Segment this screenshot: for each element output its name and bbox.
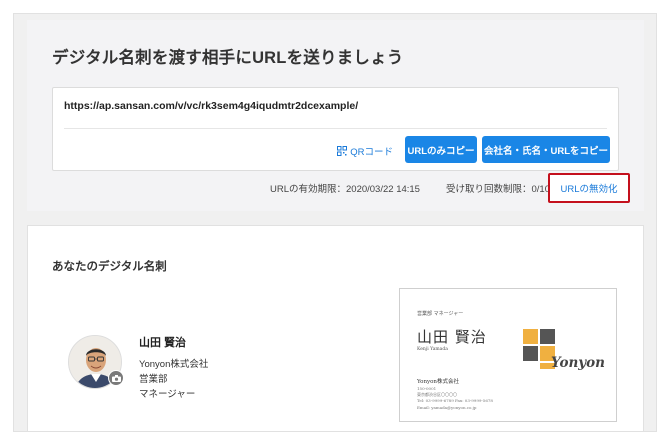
divider xyxy=(64,128,607,129)
bizcard-zip: 150-0001 xyxy=(417,386,437,391)
camera-icon[interactable] xyxy=(108,370,124,386)
share-title: デジタル名刺を渡す相手にURLを送りましょう xyxy=(52,49,404,67)
bizcard-role: 営業部 マネージャー xyxy=(417,311,464,317)
person-name: 山田 賢治 xyxy=(139,337,187,349)
person-company: Yonyon株式会社 xyxy=(139,359,209,370)
share-url[interactable]: https://ap.sansan.com/v/vc/rk3sem4g4iqud… xyxy=(64,100,358,112)
business-card-image[interactable]: 営業部 マネージャー 山田 賢治 Kenji Yamada Yonyon株式会社… xyxy=(399,288,617,422)
url-box: https://ap.sansan.com/v/vc/rk3sem4g4iqud… xyxy=(52,87,619,171)
bizcard-tel: Tel: 03-9999-6789 Fax: 03-9999-5678 xyxy=(417,398,493,403)
receive-limit: 受け取り回数制限：0/10 xyxy=(446,184,550,195)
qr-code-link[interactable]: QRコード xyxy=(337,144,393,158)
person-department: 営業部 xyxy=(139,374,168,385)
bizcard-roman-name: Kenji Yamada xyxy=(417,347,448,352)
disable-url-label: URLの無効化 xyxy=(560,184,618,195)
bizcard-logo-text: Yonyon xyxy=(551,355,605,371)
copy-all-button[interactable]: 会社名・氏名・URLをコピー xyxy=(482,136,610,163)
person-position: マネージャー xyxy=(139,389,196,400)
copy-url-button[interactable]: URLのみコピー xyxy=(405,136,477,163)
disable-url-link[interactable]: URLの無効化 xyxy=(548,173,630,203)
qr-code-icon xyxy=(337,146,348,156)
qr-code-label: QRコード xyxy=(350,147,393,158)
bizcard-name: 山田 賢治 xyxy=(417,328,487,346)
logo-square xyxy=(523,329,538,344)
card-section-title: あなたのデジタル名刺 xyxy=(52,261,167,273)
camera-glyph xyxy=(111,374,121,382)
logo-square xyxy=(540,329,555,344)
logo-square xyxy=(523,346,538,361)
bizcard-email: Email: yamada@yonyon.co.jp xyxy=(417,405,477,410)
bizcard-company: Yonyon株式会社 xyxy=(417,379,459,385)
url-expiry: URLの有効期限：2020/03/22 14:15 xyxy=(270,184,420,195)
